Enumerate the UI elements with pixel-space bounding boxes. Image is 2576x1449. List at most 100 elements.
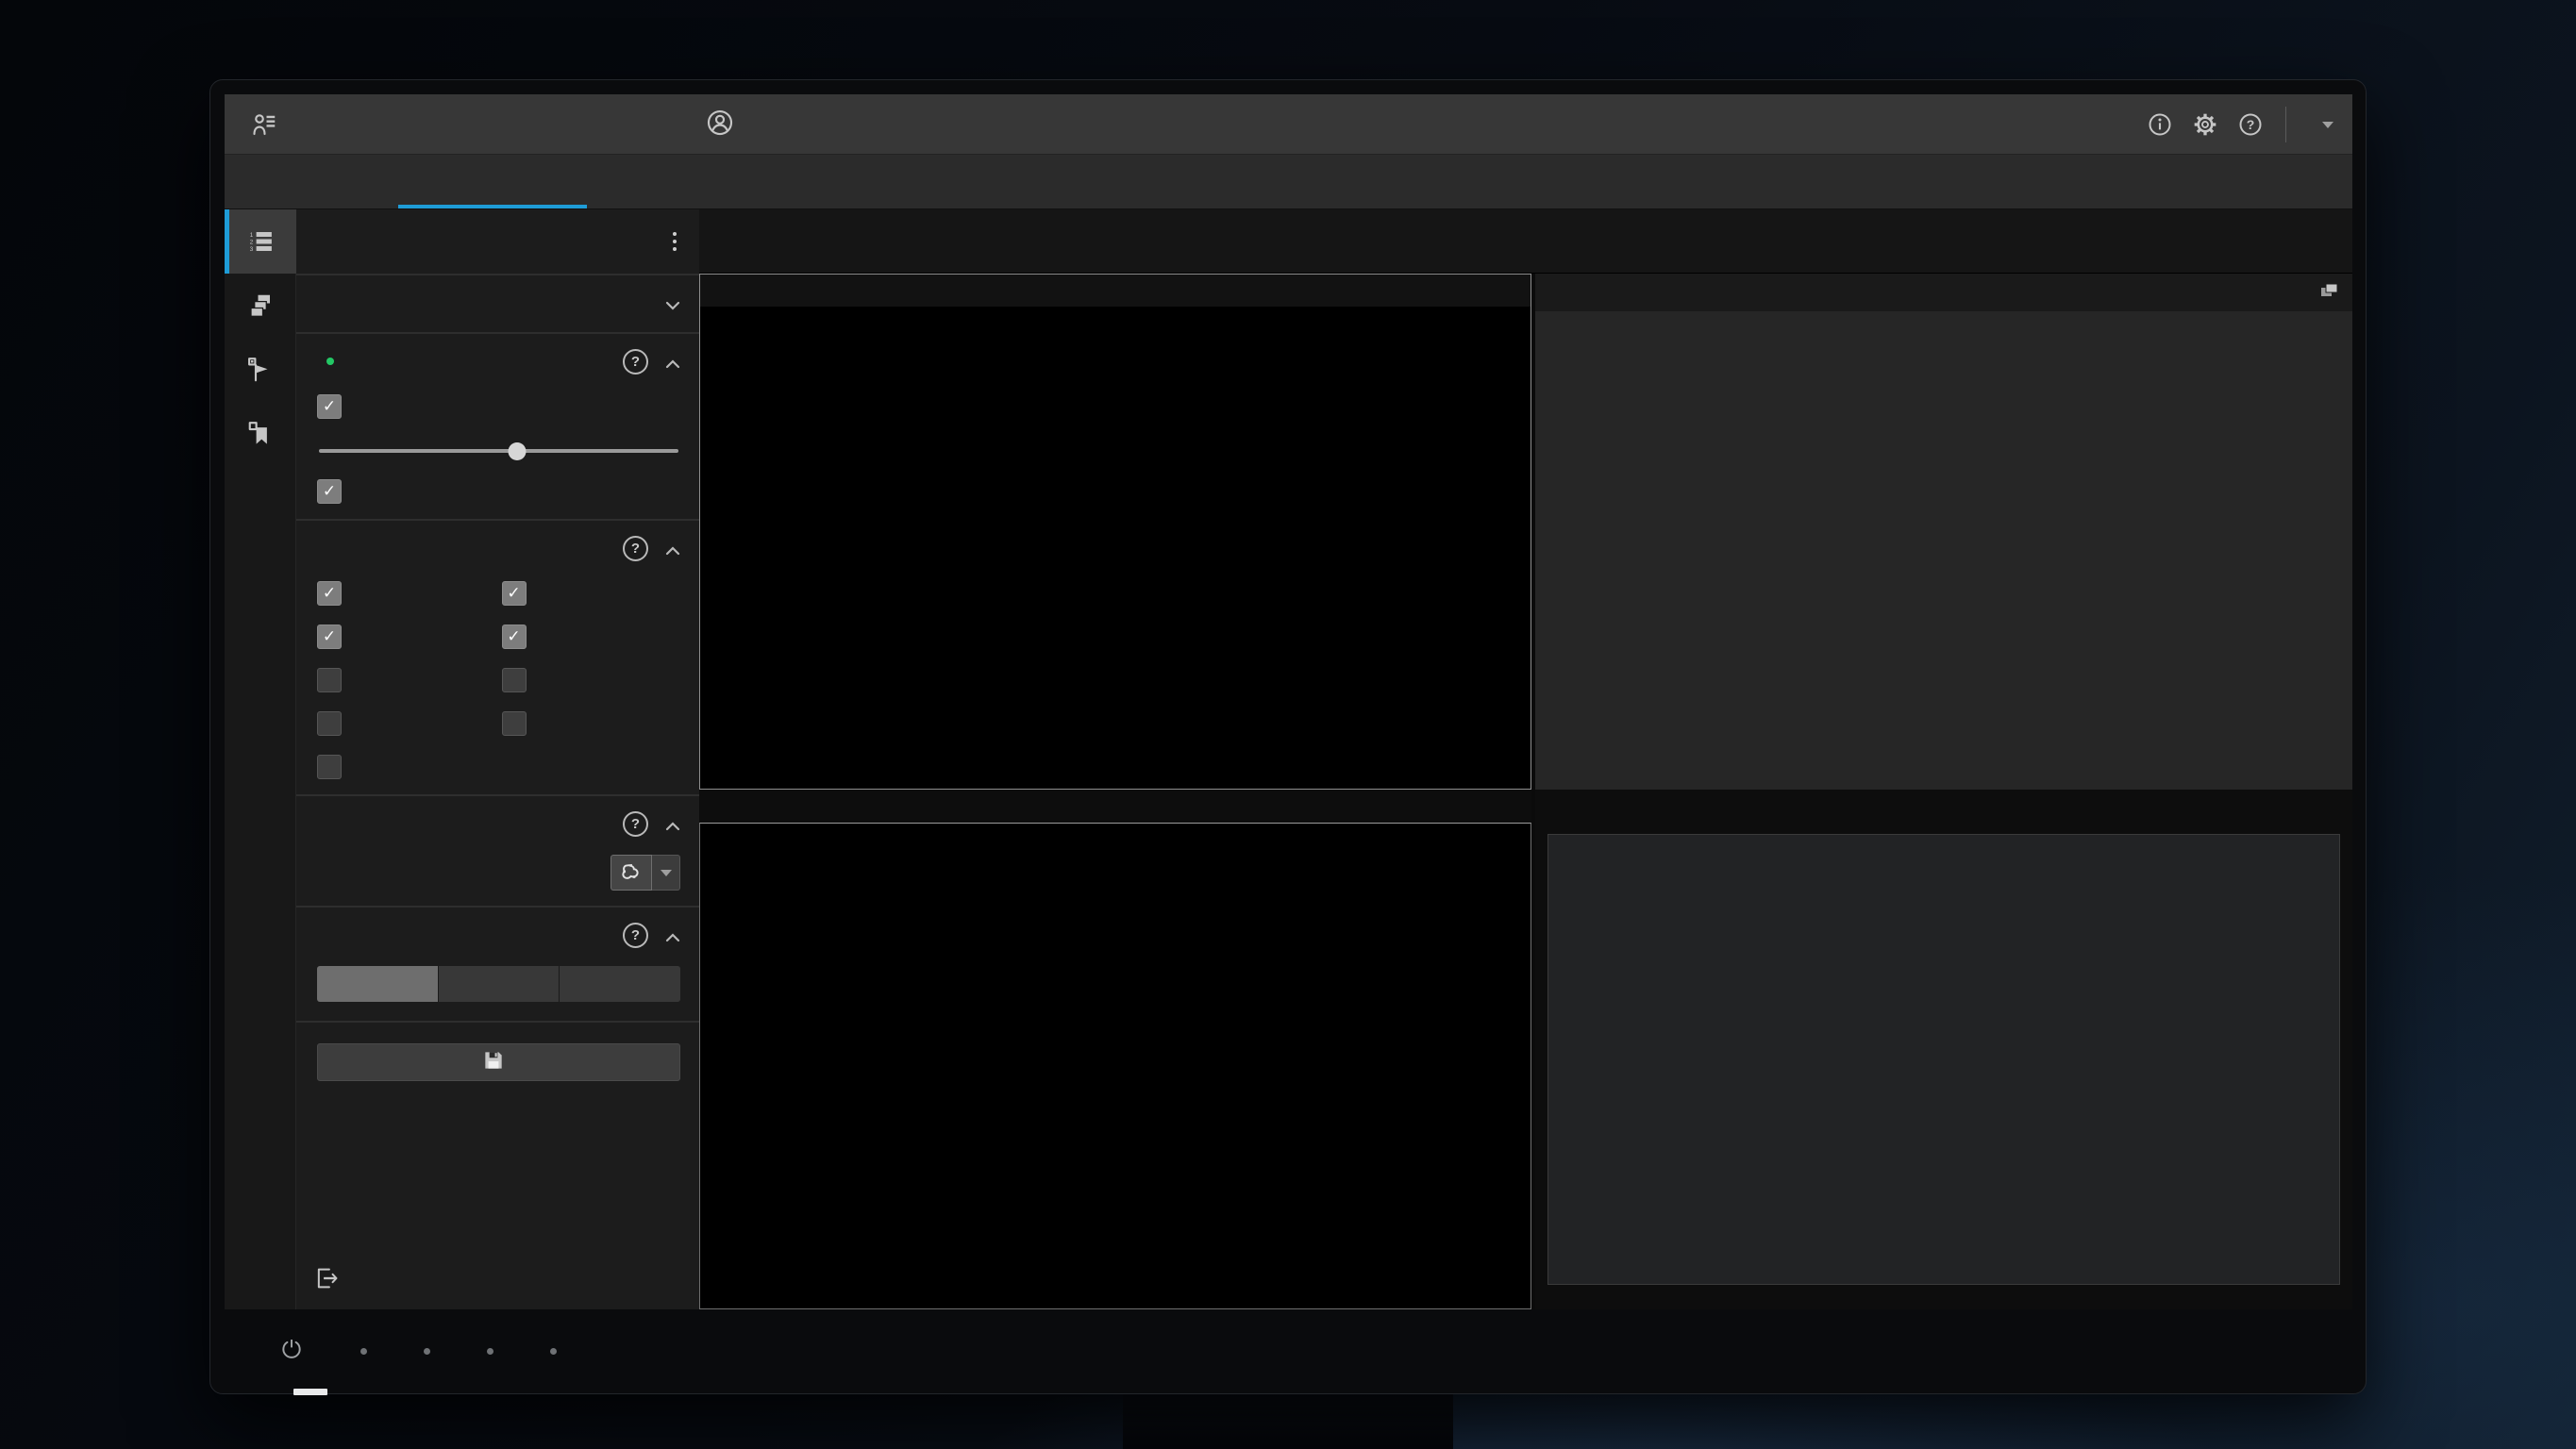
checkbox-box: ✓ bbox=[317, 394, 342, 419]
patient-list-icon[interactable] bbox=[247, 108, 281, 142]
checkbox-box: ✓ bbox=[502, 625, 527, 649]
chevron-up-icon[interactable] bbox=[665, 930, 680, 940]
graph-legend bbox=[1548, 835, 2339, 873]
mask-status-dot bbox=[326, 358, 334, 365]
info-icon[interactable] bbox=[2144, 108, 2176, 141]
checkbox-box: ✓ bbox=[502, 581, 527, 606]
section-select-maps: ? ✓ ✓ ✓ ✓ bbox=[296, 519, 699, 794]
checkbox-wash-in-rate[interactable] bbox=[502, 668, 681, 692]
checkbox-box: ✓ bbox=[317, 479, 342, 504]
maps-grid bbox=[1535, 311, 2352, 790]
svg-text:3: 3 bbox=[250, 246, 254, 253]
underlay-none-button[interactable] bbox=[317, 966, 439, 1002]
image-toolbar bbox=[699, 209, 2352, 274]
panel-menu-kebab-icon[interactable] bbox=[667, 226, 682, 257]
application-window: ? 123 bbox=[225, 94, 2352, 1309]
user-menu[interactable] bbox=[2305, 122, 2339, 128]
checkbox-apply-mask[interactable]: ✓ bbox=[317, 394, 680, 419]
app-header: ? bbox=[225, 94, 2352, 155]
left-icon-rail: 123 bbox=[225, 209, 296, 1309]
checkbox-area-under-the-curve[interactable] bbox=[317, 755, 680, 779]
underlay-source-button[interactable] bbox=[439, 966, 560, 1002]
graph-panel bbox=[1547, 834, 2340, 1285]
tab-review[interactable] bbox=[251, 155, 393, 208]
help-icon[interactable]: ? bbox=[2234, 108, 2267, 141]
section-select-underlay: ? bbox=[296, 906, 699, 1017]
save-selected-maps-button[interactable] bbox=[317, 1043, 680, 1081]
main-viewport[interactable] bbox=[699, 274, 1531, 790]
chevron-up-icon[interactable] bbox=[665, 543, 680, 553]
checkbox-t0[interactable]: ✓ bbox=[502, 625, 681, 649]
checkbox-box bbox=[317, 668, 342, 692]
svg-text:2: 2 bbox=[250, 240, 254, 246]
bottom-viewer-tabs bbox=[699, 790, 1531, 823]
monitor: ? 123 bbox=[209, 79, 2367, 1394]
chevron-down-icon bbox=[2322, 122, 2333, 128]
checkbox-box: ✓ bbox=[317, 581, 342, 606]
section-define-mask-header[interactable]: ? bbox=[317, 347, 680, 375]
desk-background: ? 123 bbox=[0, 0, 2576, 1449]
exit-application-icon[interactable] bbox=[313, 1265, 340, 1296]
draw-roi-dropdown[interactable] bbox=[652, 855, 680, 891]
subtracted-viewport[interactable] bbox=[699, 823, 1531, 1309]
section-select-maps-header[interactable]: ? bbox=[317, 534, 680, 562]
mask-threshold-slider[interactable] bbox=[319, 441, 678, 460]
chevron-up-icon[interactable] bbox=[665, 357, 680, 366]
bezel-button[interactable] bbox=[360, 1348, 367, 1355]
checkbox-brevity-of-enh[interactable] bbox=[502, 711, 681, 736]
bezel-button[interactable] bbox=[424, 1348, 430, 1355]
checkbox-box bbox=[502, 711, 527, 736]
section-select-underlay-header[interactable]: ? bbox=[317, 921, 680, 949]
checkbox-box bbox=[502, 668, 527, 692]
svg-text:?: ? bbox=[2247, 117, 2255, 132]
viewport-title bbox=[700, 275, 1531, 307]
tab-mr-t1-perfusion[interactable] bbox=[393, 155, 593, 208]
chevron-up-icon[interactable] bbox=[665, 819, 680, 828]
rail-item-flag-icon[interactable] bbox=[225, 338, 296, 402]
chevron-down-icon[interactable] bbox=[665, 298, 680, 308]
roi-curve-chart bbox=[1548, 873, 2339, 1284]
workflow-panel: ? ✓ ✓ bbox=[296, 209, 699, 1309]
divider bbox=[2285, 107, 2286, 142]
help-icon[interactable]: ? bbox=[623, 811, 648, 837]
checkbox-rel-enhance[interactable]: ✓ bbox=[317, 581, 496, 606]
patient-banner bbox=[706, 94, 834, 155]
collapse-panel-button[interactable] bbox=[667, 1279, 682, 1283]
draw-roi-button[interactable] bbox=[611, 855, 652, 891]
rail-item-task-list-icon[interactable]: 123 bbox=[225, 209, 296, 274]
avatar-icon bbox=[706, 108, 734, 142]
rail-item-series-stack-icon[interactable] bbox=[225, 274, 296, 338]
section-verify-data-quality[interactable] bbox=[296, 274, 699, 332]
app-body: 123 bbox=[225, 209, 2352, 1309]
checkbox-max-enhance[interactable]: ✓ bbox=[502, 581, 681, 606]
export-maps-icon[interactable] bbox=[2318, 279, 2341, 307]
checkbox-box bbox=[317, 755, 342, 779]
settings-gear-icon[interactable] bbox=[2189, 108, 2221, 141]
bezel-button[interactable] bbox=[487, 1348, 493, 1355]
maps-header bbox=[1535, 274, 2352, 311]
monitor-stand bbox=[1123, 1391, 1453, 1449]
checkbox-box bbox=[317, 711, 342, 736]
help-icon[interactable]: ? bbox=[623, 923, 648, 948]
help-icon[interactable]: ? bbox=[623, 349, 648, 375]
checkbox-box: ✓ bbox=[317, 625, 342, 649]
save-icon bbox=[481, 1048, 506, 1077]
monitor-bezel-controls bbox=[225, 1324, 2352, 1378]
mri-axial-image[interactable] bbox=[700, 307, 1531, 789]
help-icon[interactable]: ? bbox=[623, 536, 648, 561]
underlay-other-button[interactable] bbox=[560, 966, 680, 1002]
analysis-tabs bbox=[1535, 790, 2352, 823]
section-measure-rois-header[interactable]: ? bbox=[317, 809, 680, 838]
slider-thumb[interactable] bbox=[508, 442, 526, 460]
rail-item-bookmark-icon[interactable] bbox=[225, 402, 296, 466]
checkbox-ttp[interactable] bbox=[317, 668, 496, 692]
checkbox-max-rel-enhan[interactable]: ✓ bbox=[317, 625, 496, 649]
checkbox-wash-out-rate[interactable] bbox=[317, 711, 496, 736]
svg-text:1: 1 bbox=[250, 232, 254, 239]
workflow-tabs bbox=[225, 155, 2352, 209]
bezel-button[interactable] bbox=[550, 1348, 557, 1355]
checkbox-show-mask-in-color[interactable]: ✓ bbox=[317, 479, 680, 504]
power-button[interactable] bbox=[279, 1337, 304, 1366]
section-define-mask: ? ✓ ✓ bbox=[296, 332, 699, 519]
section-measure-rois: ? bbox=[296, 794, 699, 906]
